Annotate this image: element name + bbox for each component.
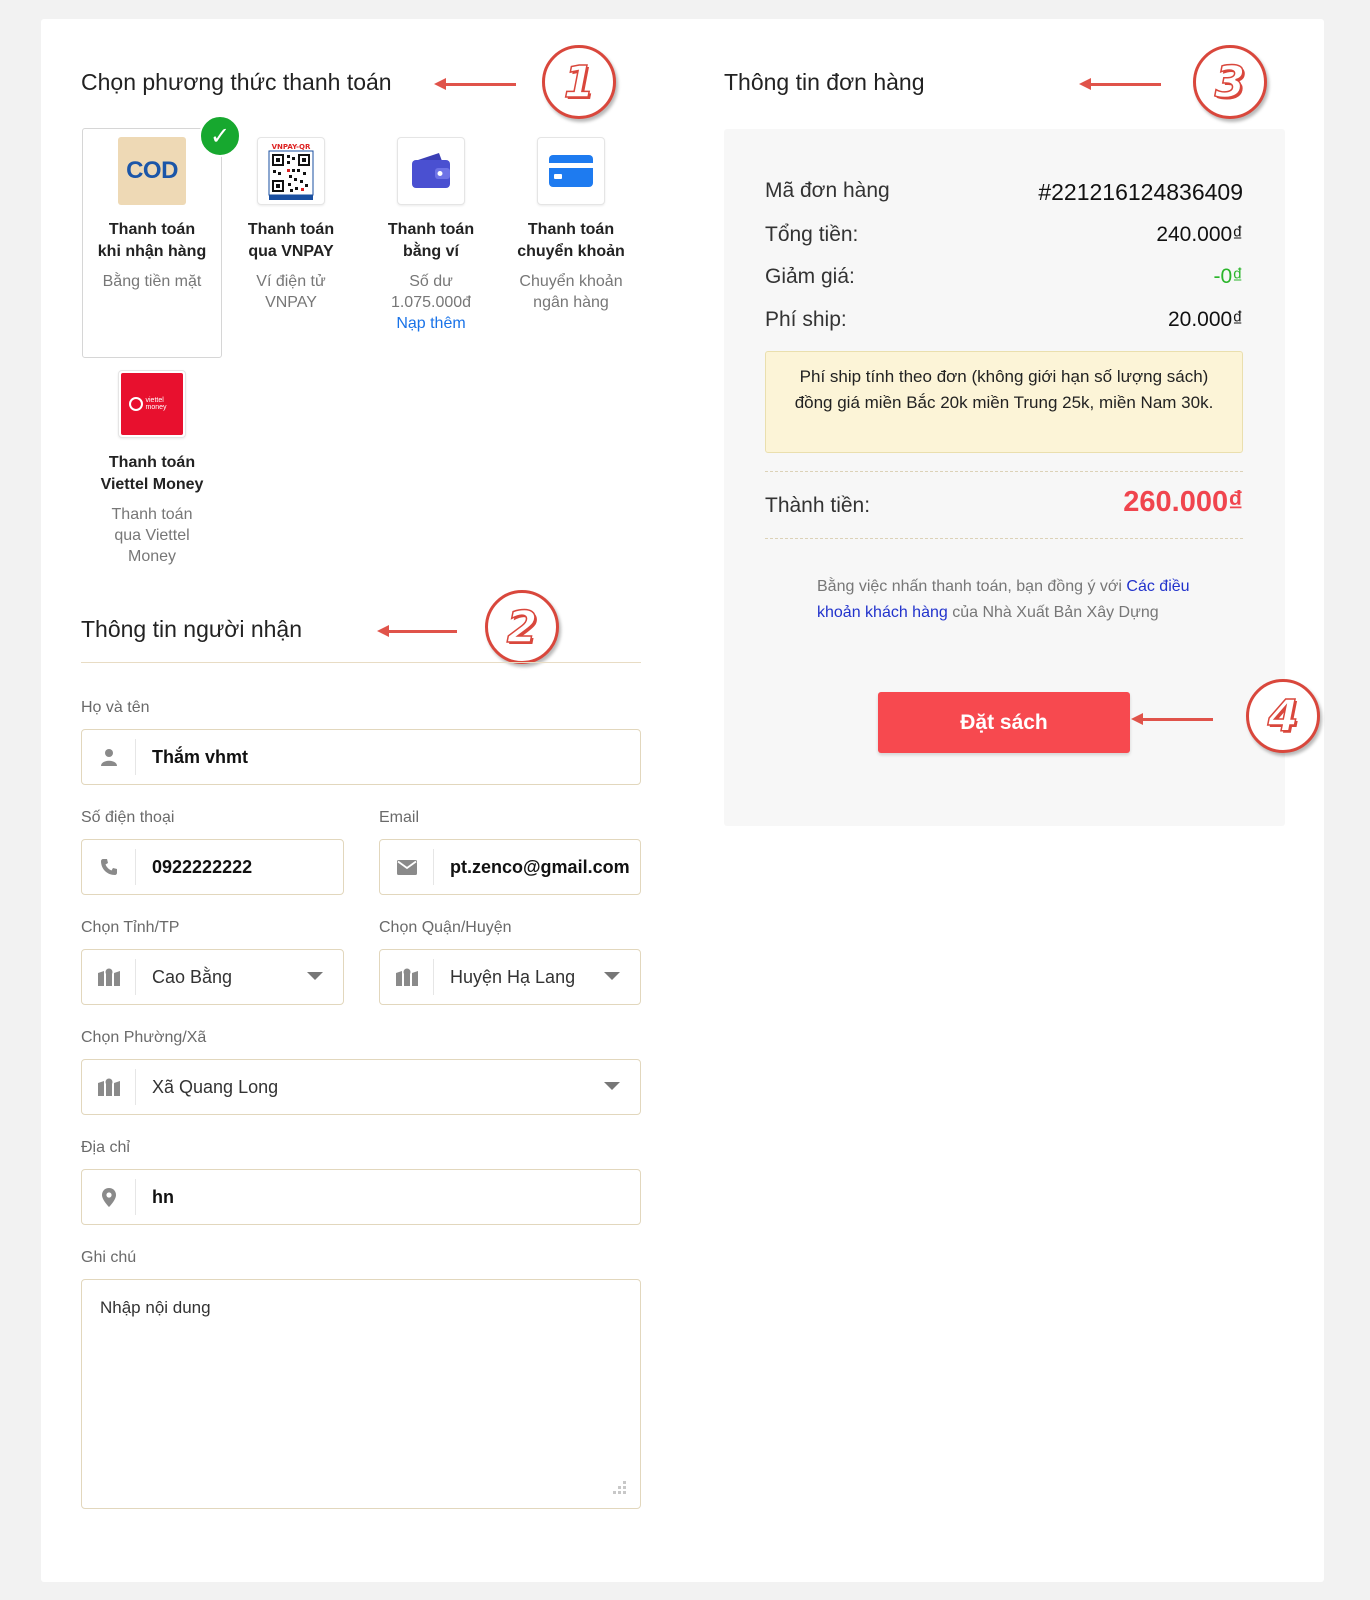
- payment-method-title: Thanh toán bằng ví: [387, 221, 475, 260]
- place-order-button[interactable]: Đặt sách: [878, 692, 1130, 753]
- order-code-label: Mã đơn hàng: [765, 179, 890, 202]
- phone-field[interactable]: 0922222222: [81, 839, 344, 895]
- note-textarea[interactable]: Nhập nội dung: [81, 1279, 641, 1509]
- address-field[interactable]: hn: [81, 1169, 641, 1225]
- map-icon: [380, 959, 434, 995]
- payment-method-sub: Chuyển khoản ngân hàng: [519, 273, 623, 311]
- address-label: Địa chỉ: [81, 1139, 130, 1156]
- payment-method-wallet[interactable]: Thanh toán bằng ví Số dư 1.075.000đ Nạp …: [361, 129, 501, 334]
- phone-icon: [82, 849, 136, 885]
- order-total-value: 240.000₫: [1156, 223, 1243, 246]
- payment-method-cod[interactable]: ✓ COD Thanh toán khi nhận hàng Bằng tiền…: [82, 115, 241, 358]
- payment-method-sub: Bằng tiền mặt: [102, 273, 202, 290]
- province-label: Chọn Tỉnh/TP: [81, 919, 180, 936]
- ward-label: Chọn Phường/Xã: [81, 1029, 207, 1046]
- annotation-arrow-4: [1131, 713, 1213, 725]
- payment-method-sub: Ví điện tử VNPAY: [256, 273, 326, 311]
- dashed-divider: [765, 471, 1243, 472]
- payment-method-vnpay[interactable]: VNPAY-QR Thanh toán qua VNPAY Ví điện tử…: [221, 129, 361, 313]
- email-value: pt.zenco@gmail.com: [450, 856, 630, 877]
- annotation-arrow-3: [1079, 78, 1161, 90]
- cod-icon: COD: [118, 137, 186, 205]
- order-total-label: Tổng tiền:: [765, 223, 859, 246]
- grand-total-label: Thành tiền:: [765, 494, 871, 517]
- top-up-link[interactable]: Nạp thêm: [361, 313, 501, 334]
- address-value: hn: [152, 1186, 174, 1207]
- email-label: Email: [379, 809, 420, 826]
- note-label: Ghi chú: [81, 1249, 137, 1266]
- order-discount-row: Giảm giá: -0₫: [765, 265, 1243, 289]
- payment-method-bank-transfer[interactable]: Thanh toán chuyển khoản Chuyển khoản ngâ…: [501, 129, 641, 313]
- terms-text: Bằng việc nhấn thanh toán, bạn đồng ý vớ…: [817, 578, 1190, 621]
- chevron-down-icon: [604, 1082, 620, 1090]
- annotation-step-4: 4: [1246, 679, 1320, 753]
- order-ship-row: Phí ship: 20.000₫: [765, 308, 1243, 332]
- resize-handle-icon[interactable]: [612, 1480, 626, 1494]
- annotation-arrow-1: [434, 78, 516, 90]
- phone-label: Số điện thoại: [81, 809, 175, 826]
- section-divider: [81, 662, 641, 663]
- chevron-down-icon: [307, 972, 323, 980]
- envelope-icon: [380, 849, 434, 885]
- order-summary-panel: Mã đơn hàng #221216124836409 Tổng tiền: …: [724, 129, 1285, 826]
- payment-method-title: Thanh toán khi nhận hàng: [97, 221, 207, 260]
- district-value: Huyện Hạ Lang: [450, 966, 576, 987]
- grand-total-value: 260.000₫: [1123, 486, 1243, 518]
- annotation-arrow-2: [377, 625, 457, 637]
- vnpay-qr-icon: VNPAY-QR: [257, 137, 325, 205]
- payment-method-sub: Số dư 1.075.000đ: [390, 273, 472, 311]
- payment-method-viettel-money[interactable]: viettel money Thanh toán Viettel Money T…: [82, 362, 222, 567]
- recipient-section-title: Thông tin người nhận: [81, 616, 303, 642]
- district-select[interactable]: Huyện Hạ Lang: [379, 949, 641, 1005]
- annotation-step-2: 2: [485, 590, 559, 664]
- chevron-down-icon: [604, 972, 620, 980]
- order-code-row: Mã đơn hàng #221216124836409: [765, 179, 1243, 206]
- payment-method-sub: Thanh toán qua Viettel Money: [111, 506, 193, 565]
- name-label: Họ và tên: [81, 699, 150, 716]
- district-label: Chọn Quận/Huyện: [379, 919, 512, 936]
- payment-method-title: Thanh toán qua VNPAY: [247, 221, 335, 260]
- svg-text:VNPAY-QR: VNPAY-QR: [272, 143, 311, 151]
- phone-value: 0922222222: [152, 856, 253, 877]
- location-pin-icon: [82, 1179, 136, 1215]
- payment-method-title: Thanh toán Viettel Money: [100, 454, 204, 493]
- payment-method-title: Thanh toán chuyển khoản: [517, 221, 625, 260]
- checkout-card: Chọn phương thức thanh toán 1 ✓ COD Than…: [41, 19, 1324, 1582]
- order-discount-label: Giảm giá:: [765, 265, 855, 288]
- order-total-row: Tổng tiền: 240.000₫: [765, 223, 1243, 247]
- ward-select[interactable]: Xã Quang Long: [81, 1059, 641, 1115]
- annotation-step-1: 1: [542, 45, 616, 119]
- order-ship-label: Phí ship:: [765, 308, 847, 331]
- map-icon: [82, 959, 136, 995]
- email-field[interactable]: pt.zenco@gmail.com: [379, 839, 641, 895]
- annotation-step-3: 3: [1193, 45, 1267, 119]
- bank-card-icon: [537, 137, 605, 205]
- ship-note: Phí ship tính theo đơn (không giới hạn s…: [765, 351, 1243, 453]
- user-icon: [82, 739, 136, 775]
- order-section-title: Thông tin đơn hàng: [724, 69, 925, 95]
- name-field[interactable]: Thắm vhmt: [81, 729, 641, 785]
- note-placeholder: Nhập nội dung: [100, 1298, 211, 1317]
- name-value: Thắm vhmt: [152, 746, 249, 767]
- wallet-icon: [397, 137, 465, 205]
- map-icon: [82, 1069, 136, 1105]
- ward-value: Xã Quang Long: [152, 1076, 279, 1097]
- payment-section-title: Chọn phương thức thanh toán: [81, 69, 392, 95]
- viettel-money-icon: viettel money: [118, 370, 186, 438]
- order-code-value: #221216124836409: [1038, 179, 1243, 205]
- province-value: Cao Bằng: [152, 966, 233, 987]
- province-select[interactable]: Cao Bằng: [81, 949, 344, 1005]
- dashed-divider: [765, 538, 1243, 539]
- order-ship-value: 20.000₫: [1167, 308, 1243, 331]
- order-discount-value: -0₫: [1213, 265, 1243, 288]
